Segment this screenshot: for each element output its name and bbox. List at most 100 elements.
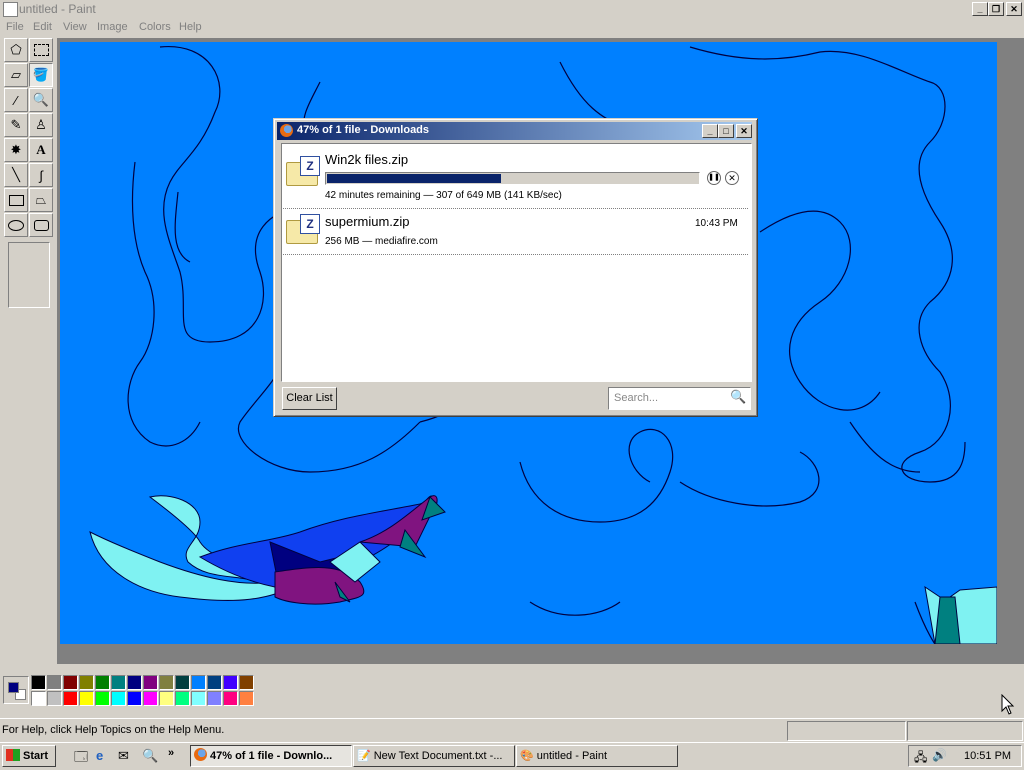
palette-swatch[interactable] bbox=[63, 675, 78, 690]
palette-swatch[interactable] bbox=[31, 691, 46, 706]
start-button[interactable]: Start bbox=[2, 745, 56, 767]
tray-volume-icon[interactable]: 🔊 bbox=[932, 748, 947, 762]
palette-swatch[interactable] bbox=[31, 675, 46, 690]
quicklaunch-ie-icon[interactable]: e bbox=[96, 748, 103, 763]
polygon-tool[interactable]: ⏢ bbox=[29, 188, 53, 212]
download-status: 256 MB — mediafire.com bbox=[325, 236, 438, 247]
fill-tool[interactable]: 🪣 bbox=[29, 63, 53, 87]
firefox-icon bbox=[194, 748, 207, 761]
palette-swatch[interactable] bbox=[127, 691, 142, 706]
quicklaunch-outlook-icon[interactable]: ✉ bbox=[118, 748, 129, 764]
download-progress-bar bbox=[325, 172, 700, 185]
download-item[interactable]: Z Win2k files.zip ❚❚ ✕ 42 minutes remain… bbox=[284, 146, 747, 206]
taskbar-downloads-button[interactable]: 47% of 1 file - Downlo... bbox=[190, 745, 352, 767]
menu-file[interactable]: File bbox=[6, 21, 24, 33]
search-field[interactable]: Search... 🔍 bbox=[608, 387, 751, 410]
taskbar-notepad-label: New Text Document.txt -... bbox=[373, 750, 503, 762]
palette-swatch[interactable] bbox=[47, 691, 62, 706]
windows-logo-icon bbox=[6, 749, 20, 761]
magnifier-tool[interactable]: 🔍 bbox=[29, 88, 53, 112]
palette-swatch[interactable] bbox=[63, 691, 78, 706]
palette-swatch[interactable] bbox=[207, 675, 222, 690]
palette-swatch[interactable] bbox=[127, 675, 142, 690]
taskbar-notepad-button[interactable]: 📝 New Text Document.txt -... bbox=[353, 745, 515, 767]
color-palette bbox=[0, 664, 1024, 716]
palette-swatch[interactable] bbox=[111, 675, 126, 690]
palette-swatch[interactable] bbox=[239, 691, 254, 706]
rect-select-tool[interactable] bbox=[29, 38, 53, 62]
color-picker-tool[interactable]: ⁄ bbox=[4, 88, 28, 112]
search-icon: 🔍 bbox=[730, 389, 747, 404]
download-filename: supermium.zip bbox=[325, 214, 410, 229]
tray-network-icon[interactable]: 🖧 bbox=[914, 748, 927, 769]
eraser-tool[interactable]: ▱ bbox=[4, 63, 28, 87]
palette-swatch[interactable] bbox=[95, 675, 110, 690]
free-select-tool[interactable]: ⬠ bbox=[4, 38, 28, 62]
airbrush-tool[interactable]: ✸ bbox=[4, 138, 28, 162]
palette-swatch[interactable] bbox=[143, 691, 158, 706]
menu-edit[interactable]: Edit bbox=[33, 21, 52, 33]
rectangle-tool[interactable] bbox=[4, 188, 28, 212]
palette-swatch[interactable] bbox=[143, 675, 158, 690]
dl-close-button[interactable]: ✕ bbox=[736, 124, 752, 138]
palette-swatch[interactable] bbox=[175, 691, 190, 706]
pause-icon[interactable]: ❚❚ bbox=[707, 171, 721, 185]
download-item[interactable]: Z supermium.zip 10:43 PM 256 MB — mediaf… bbox=[284, 210, 747, 254]
palette-swatch[interactable] bbox=[223, 691, 238, 706]
curve-tool[interactable]: ∫ bbox=[29, 163, 53, 187]
paint-statusbar: For Help, click Help Topics on the Help … bbox=[0, 718, 1024, 743]
cancel-icon[interactable]: ✕ bbox=[725, 171, 739, 185]
palette-swatch[interactable] bbox=[175, 675, 190, 690]
palette-swatch[interactable] bbox=[79, 675, 94, 690]
palette-swatch[interactable] bbox=[191, 675, 206, 690]
taskbar-downloads-label: 47% of 1 file - Downlo... bbox=[210, 750, 333, 762]
brush-tool[interactable]: ♙ bbox=[29, 113, 53, 137]
paint-icon: 🎨 bbox=[520, 750, 534, 762]
minimize-button[interactable]: _ bbox=[972, 2, 988, 16]
palette-swatch[interactable] bbox=[79, 691, 94, 706]
clear-list-button[interactable]: Clear List bbox=[282, 387, 337, 410]
download-filename: Win2k files.zip bbox=[325, 152, 409, 167]
close-button[interactable]: ✕ bbox=[1006, 2, 1022, 16]
ellipse-tool[interactable] bbox=[4, 213, 28, 237]
quicklaunch-desktop-icon[interactable]: 🗔 bbox=[74, 748, 88, 770]
palette-swatch[interactable] bbox=[223, 675, 238, 690]
line-tool[interactable]: ╲ bbox=[4, 163, 28, 187]
text-tool[interactable]: A bbox=[29, 138, 53, 162]
quicklaunch-more-icon[interactable]: » bbox=[168, 747, 174, 759]
item-divider bbox=[283, 254, 748, 255]
menu-image[interactable]: Image bbox=[97, 21, 128, 33]
palette-swatch[interactable] bbox=[159, 675, 174, 690]
search-placeholder: Search... bbox=[614, 392, 659, 404]
taskbar-paint-label: untitled - Paint bbox=[536, 750, 608, 762]
palette-swatch[interactable] bbox=[47, 675, 62, 690]
palette-swatch[interactable] bbox=[191, 691, 206, 706]
palette-swatch[interactable] bbox=[95, 691, 110, 706]
menu-colors[interactable]: Colors bbox=[139, 21, 171, 33]
rounded-rect-tool[interactable] bbox=[29, 213, 53, 237]
quicklaunch-search-icon[interactable]: 🔍 bbox=[142, 748, 158, 764]
toolbox: ⬠ ▱ 🪣 ⁄ 🔍 ✎ ♙ ✸ A ╲ ∫ ⏢ bbox=[3, 38, 55, 308]
taskbar-paint-button[interactable]: 🎨 untitled - Paint bbox=[516, 745, 678, 767]
menu-help[interactable]: Help bbox=[179, 21, 202, 33]
dl-maximize-button[interactable]: □ bbox=[718, 124, 734, 138]
palette-swatch[interactable] bbox=[111, 691, 126, 706]
palette-swatch[interactable] bbox=[239, 675, 254, 690]
paint-menubar: File Edit View Image Colors Help bbox=[0, 18, 1024, 38]
paint-titlebar[interactable]: untitled - Paint _ ❐ ✕ bbox=[0, 0, 1024, 18]
dl-minimize-button[interactable]: _ bbox=[702, 124, 718, 138]
pencil-tool[interactable]: ✎ bbox=[4, 113, 28, 137]
status-cell-size bbox=[907, 721, 1023, 741]
menu-view[interactable]: View bbox=[63, 21, 87, 33]
palette-swatch[interactable] bbox=[207, 691, 222, 706]
primary-color bbox=[8, 682, 19, 693]
palette-swatch[interactable] bbox=[159, 691, 174, 706]
downloads-titlebar[interactable]: 47% of 1 file - Downloads _ □ ✕ bbox=[277, 122, 752, 140]
start-label: Start bbox=[23, 750, 49, 762]
restore-button[interactable]: ❐ bbox=[988, 2, 1004, 16]
current-colors bbox=[3, 676, 29, 704]
taskbar: Start 🗔 e ✉ 🔍 » 47% of 1 file - Downlo..… bbox=[0, 742, 1024, 769]
taskbar-clock[interactable]: 10:51 PM bbox=[964, 750, 1011, 762]
tool-options-box[interactable] bbox=[8, 242, 50, 308]
downloads-window[interactable]: 47% of 1 file - Downloads _ □ ✕ Z Win2k … bbox=[273, 118, 758, 417]
